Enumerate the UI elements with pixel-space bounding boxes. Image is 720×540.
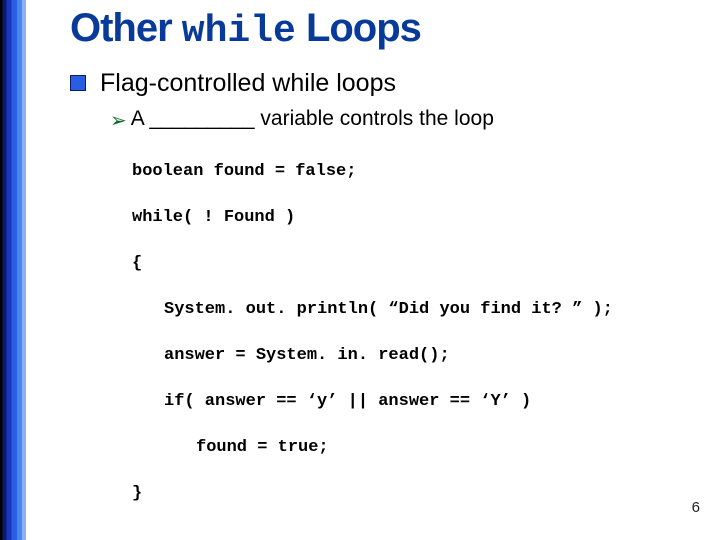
title-part1: Other xyxy=(70,6,182,50)
sub-bullet-1: ➢ A _________ variable controls the loop xyxy=(110,106,710,133)
code-line: answer = System. in. read(); xyxy=(132,345,710,368)
bullet-item-1: Flag-controlled while loops xyxy=(70,67,710,100)
sub-1-text: A _________ variable controls the loop xyxy=(131,106,494,132)
page-number: 6 xyxy=(692,499,700,516)
bullet-1-text: Flag-controlled while loops xyxy=(100,67,396,100)
slide-left-border xyxy=(0,0,26,540)
code-line: boolean found = false; xyxy=(132,161,710,184)
slide-content: Other while Loops Flag-controlled while … xyxy=(70,6,710,540)
code-block: boolean found = false; while( ! Found ) … xyxy=(132,139,710,540)
title-part2: Loops xyxy=(296,6,421,50)
code-line: found = true; xyxy=(132,437,710,460)
slide-title: Other while Loops xyxy=(70,6,710,53)
code-line: while( ! Found ) xyxy=(132,207,710,230)
arrow-icon: ➢ xyxy=(110,108,127,133)
code-line: System. out. println( “Did you find it? … xyxy=(132,299,710,322)
code-line: { xyxy=(132,253,710,276)
code-line: if( answer == ‘y’ || answer == ‘Y’ ) xyxy=(132,391,710,414)
code-line: } xyxy=(132,483,710,506)
square-bullet-icon xyxy=(70,75,86,91)
title-mono: while xyxy=(182,10,296,53)
